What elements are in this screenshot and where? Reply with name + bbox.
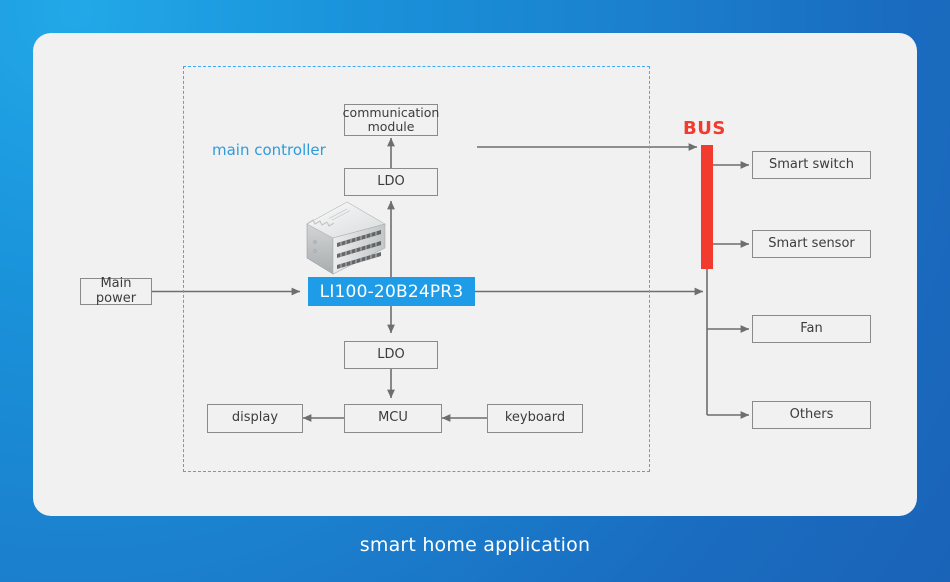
load-fan: Fan (752, 315, 871, 343)
din-rail-power-supply-icon (306, 201, 386, 275)
block-mcu: MCU (344, 404, 442, 433)
figure-caption: smart home application (359, 534, 591, 556)
main-controller-label: main controller (212, 141, 326, 159)
block-keyboard: keyboard (487, 404, 583, 433)
block-ldo-bottom: LDO (344, 341, 438, 369)
bus-label: BUS (683, 118, 726, 139)
bus-bar (701, 145, 713, 269)
load-smart-switch: Smart switch (752, 151, 871, 179)
load-others: Others (752, 401, 871, 429)
block-communication-module: communication module (342, 104, 440, 136)
block-main-power: Main power (80, 276, 152, 305)
block-ldo-top: LDO (344, 168, 438, 196)
load-smart-sensor: Smart sensor (752, 230, 871, 258)
block-display: display (207, 404, 303, 433)
diagram-canvas: main controller Main power communication… (0, 0, 950, 582)
product-highlight-box: LI100-20B24PR3 (308, 277, 475, 306)
